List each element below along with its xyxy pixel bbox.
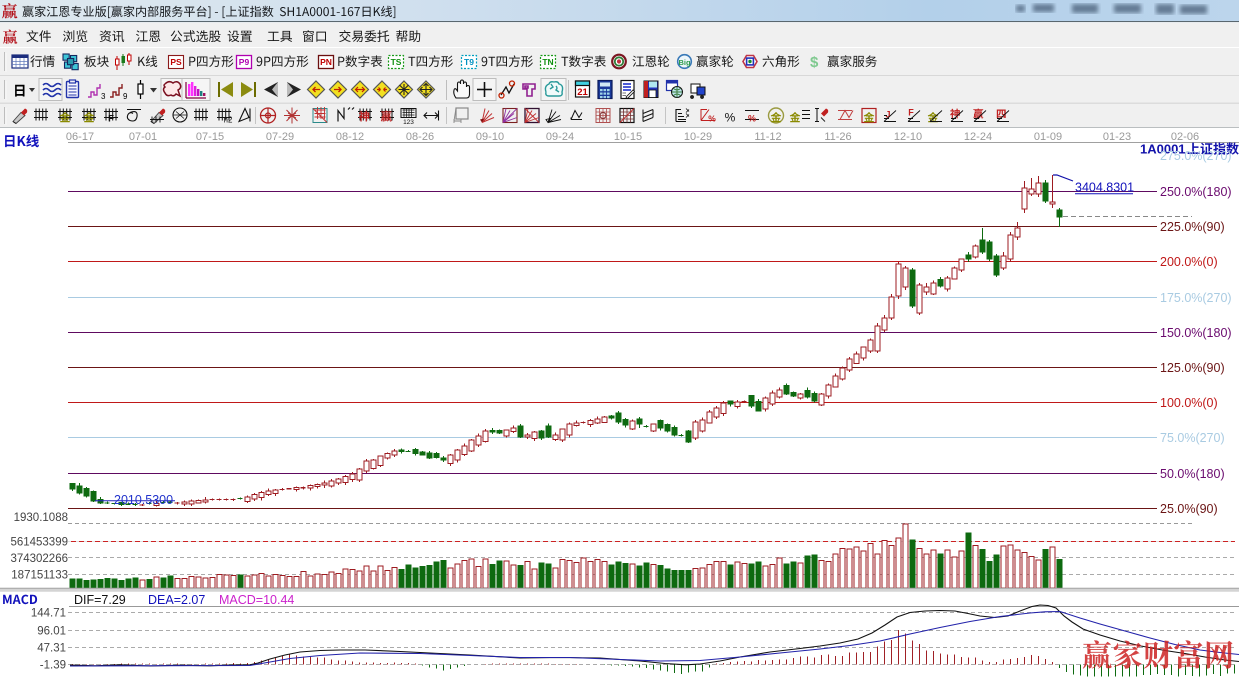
svg-text:250.0%(180): 250.0%(180)	[1160, 185, 1232, 199]
svg-text:Big: Big	[678, 58, 691, 67]
svg-text:MACD=10.44: MACD=10.44	[219, 593, 294, 607]
svg-text:10-29: 10-29	[684, 131, 712, 143]
svg-text:50.0%(180): 50.0%(180)	[1160, 467, 1225, 481]
svg-text:175.0%(270): 175.0%(270)	[1160, 291, 1232, 305]
svg-text:%: %	[708, 114, 716, 124]
svg-text:%: %	[748, 114, 756, 124]
svg-text:PS: PS	[170, 57, 182, 67]
svg-text:TS: TS	[391, 57, 402, 67]
svg-text:09-24: 09-24	[546, 131, 574, 143]
svg-text:3: 3	[101, 92, 106, 101]
svg-text:P9: P9	[239, 57, 250, 67]
svg-text:1930.1088: 1930.1088	[14, 512, 68, 524]
svg-text:123: 123	[403, 119, 414, 126]
svg-text:F: F	[108, 114, 114, 125]
svg-text:150.0%(180): 150.0%(180)	[1160, 326, 1232, 340]
svg-text:DIF=7.29: DIF=7.29	[74, 593, 126, 607]
svg-text:09-10: 09-10	[476, 131, 504, 143]
svg-text:TN: TN	[542, 57, 553, 67]
svg-text:75.0%(270): 75.0%(270)	[1160, 431, 1225, 445]
svg-text:9: 9	[123, 92, 128, 101]
svg-text:561453399: 561453399	[10, 537, 68, 549]
svg-text:225.0%(90): 225.0%(90)	[1160, 220, 1225, 234]
svg-text:07-15: 07-15	[196, 131, 224, 143]
svg-text:125.0%(90): 125.0%(90)	[1160, 361, 1225, 375]
svg-text:2010.5300: 2010.5300	[114, 493, 173, 507]
svg-text:144.71: 144.71	[31, 608, 66, 620]
svg-text:08-26: 08-26	[406, 131, 434, 143]
svg-text:21: 21	[577, 87, 588, 98]
svg-text:96.01: 96.01	[37, 626, 66, 638]
svg-text:08-12: 08-12	[336, 131, 364, 143]
svg-text:187151133: 187151133	[11, 570, 68, 582]
svg-text:$: $	[810, 54, 819, 71]
svg-text:01-09: 01-09	[1034, 131, 1062, 143]
svg-text:PN: PN	[320, 57, 332, 67]
svg-text:11-12: 11-12	[754, 131, 781, 143]
svg-text:n2: n2	[224, 116, 233, 125]
svg-text:100.0%(0): 100.0%(0)	[1160, 396, 1218, 410]
svg-text:06-17: 06-17	[66, 131, 94, 143]
svg-text:12-24: 12-24	[964, 131, 992, 143]
svg-text:200.0%(0): 200.0%(0)	[1160, 255, 1218, 269]
svg-text:47.31: 47.31	[37, 643, 66, 655]
svg-text:%: %	[725, 111, 736, 125]
svg-text:01-23: 01-23	[1103, 131, 1131, 143]
svg-text:07-01: 07-01	[129, 131, 157, 143]
svg-text:12-10: 12-10	[894, 131, 922, 143]
svg-text:DEA=2.07: DEA=2.07	[148, 593, 205, 607]
svg-text:07-29: 07-29	[266, 131, 294, 143]
svg-text:374302266: 374302266	[10, 553, 68, 565]
svg-text:11-26: 11-26	[824, 131, 851, 143]
svg-text:3404.8301: 3404.8301	[1075, 181, 1134, 195]
svg-text:25.0%(90): 25.0%(90)	[1160, 502, 1218, 516]
svg-text:T9: T9	[464, 57, 474, 67]
svg-text:10-15: 10-15	[614, 131, 642, 143]
svg-text:-1.39: -1.39	[40, 660, 66, 672]
svg-text:275.0%(270): 275.0%(270)	[1160, 149, 1232, 163]
